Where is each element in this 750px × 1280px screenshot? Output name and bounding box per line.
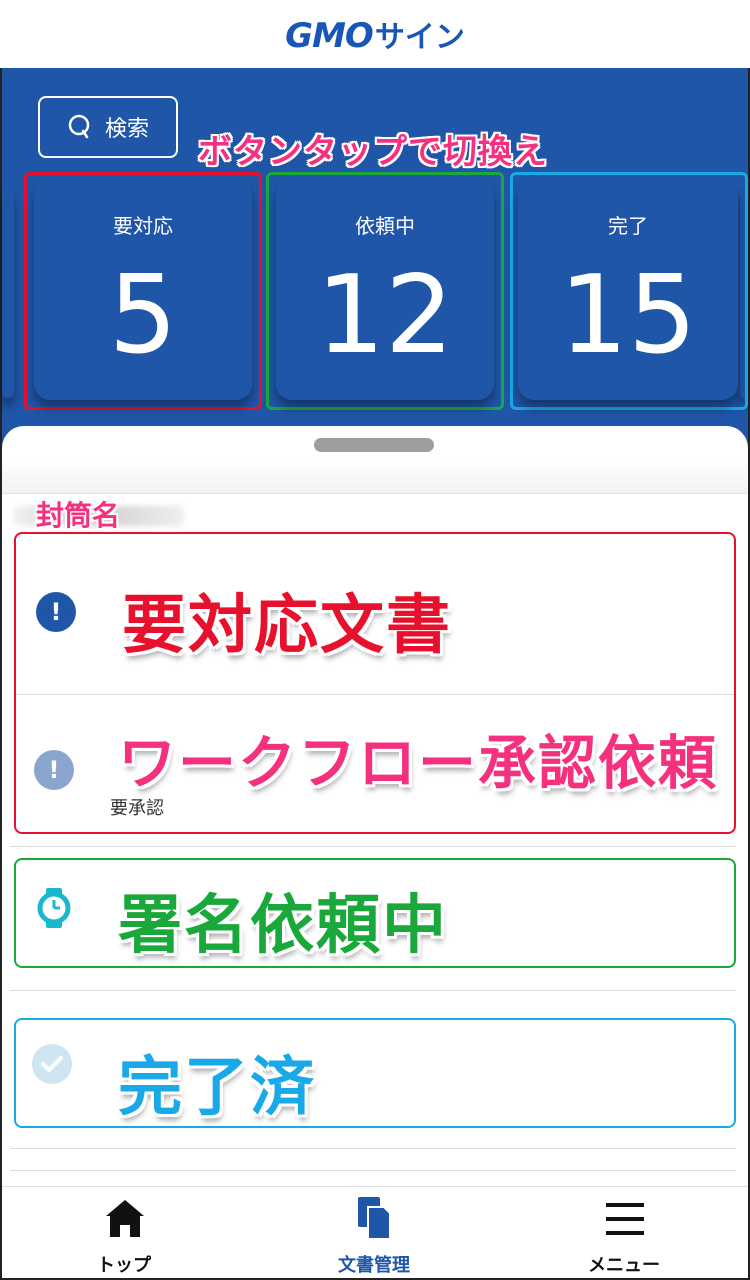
row-divider [10, 1170, 736, 1171]
app-logo: GMO サイン [285, 12, 465, 56]
status-card-action-required[interactable]: 要対応 5 [34, 180, 252, 400]
bottom-navigation: トップ 文書管理 メニュー [2, 1186, 748, 1278]
logo-gmo-text: GMO [285, 16, 374, 56]
row-subtitle-approval: 要承認 [110, 798, 164, 819]
search-icon [67, 114, 93, 140]
row-divider [10, 990, 736, 991]
nav-item-top[interactable]: トップ [24, 1187, 224, 1279]
nav-label: トップ [97, 1255, 151, 1276]
card-partial-left [2, 190, 14, 398]
status-card-completed[interactable]: 完了 15 [518, 180, 738, 400]
sheet-header-shade [2, 460, 748, 494]
card-label: 依頼中 [355, 214, 415, 238]
annotation-hint: ボタンタップで切換え [198, 132, 548, 172]
search-button[interactable]: 検索 [38, 96, 178, 158]
row-title-workflow[interactable]: ワークフロー承認依頼 [118, 716, 718, 800]
nav-item-documents[interactable]: 文書管理 [274, 1187, 474, 1279]
card-count: 5 [108, 253, 178, 378]
row-title-requesting[interactable]: 署名依頼中 [118, 874, 448, 966]
row-divider [10, 846, 736, 847]
watch-icon [34, 888, 74, 928]
row-title-action-required[interactable]: 要対応文書 [122, 574, 452, 666]
sheet-drag-handle[interactable] [314, 438, 434, 452]
envelope-name-annotation: 封筒名 [36, 499, 121, 532]
row-divider [10, 1148, 736, 1149]
card-count: 15 [559, 253, 697, 378]
logo-sign-text: サイン [374, 20, 465, 55]
nav-label: メニュー [588, 1255, 660, 1276]
app-header: GMO サイン [0, 0, 750, 68]
card-count: 12 [316, 253, 454, 378]
exclamation-icon: ! [34, 750, 74, 790]
row-divider [16, 694, 734, 695]
nav-item-menu[interactable]: メニュー [524, 1187, 724, 1279]
home-icon [106, 1200, 144, 1237]
documents-icon [358, 1197, 391, 1240]
check-icon [32, 1044, 72, 1084]
menu-icon [606, 1203, 644, 1235]
status-card-requesting[interactable]: 依頼中 12 [276, 180, 494, 400]
card-label: 完了 [608, 214, 648, 238]
card-label: 要対応 [113, 214, 173, 238]
nav-label: 文書管理 [338, 1255, 410, 1276]
row-title-completed[interactable]: 完了済 [118, 1036, 316, 1128]
search-button-label: 検索 [104, 117, 149, 142]
exclamation-icon: ! [36, 592, 76, 632]
